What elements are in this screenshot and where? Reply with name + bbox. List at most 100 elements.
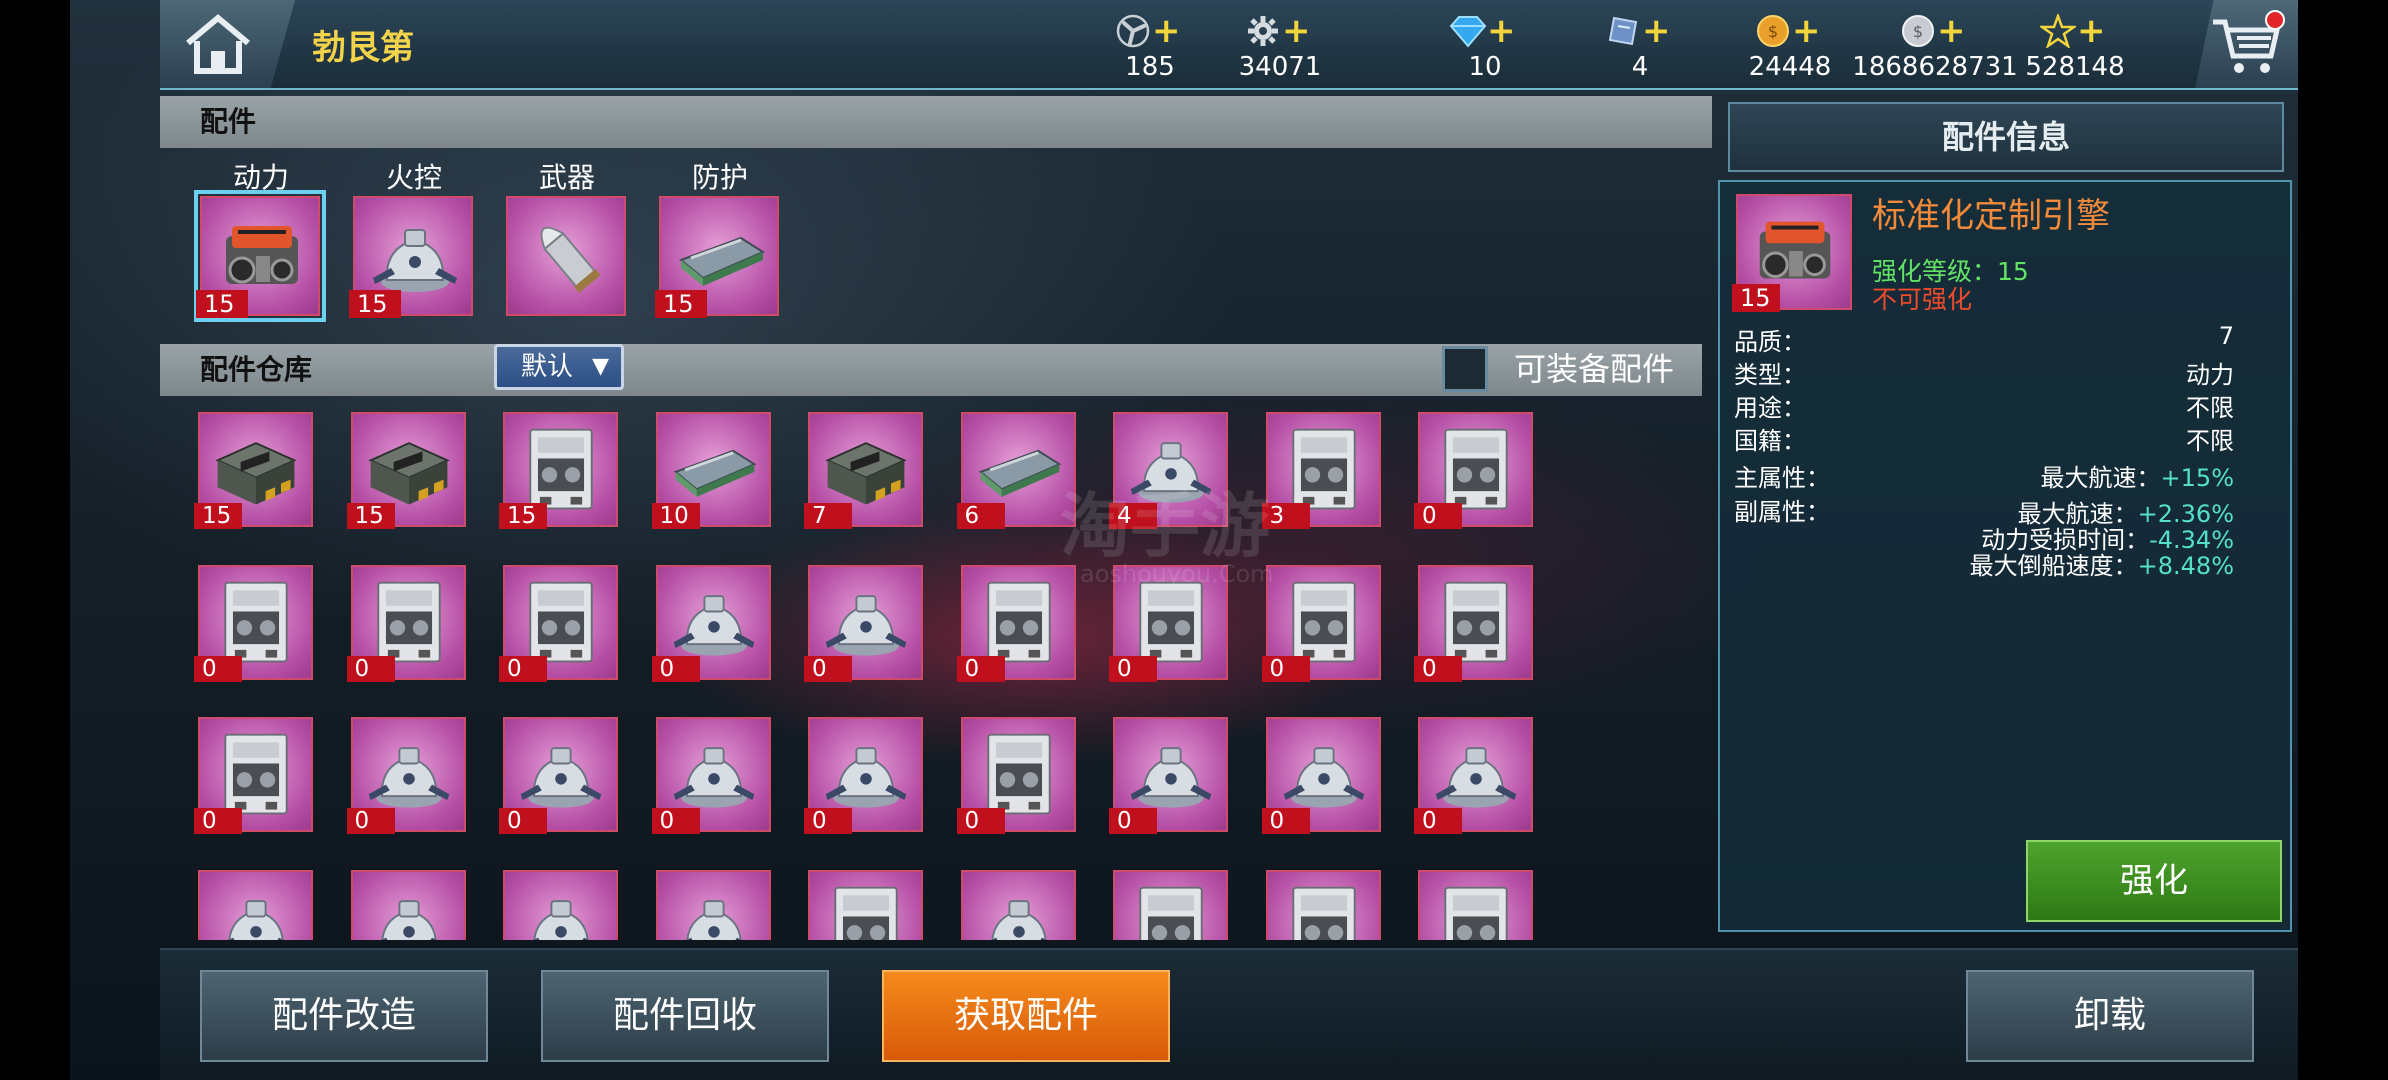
level-badge: 0 — [651, 808, 700, 834]
level-badge: 0 — [1414, 808, 1462, 834]
level-badge: 10 — [651, 503, 700, 529]
add-resource-button[interactable]: + — [1487, 14, 1516, 48]
warehouse-item[interactable]: 0 — [346, 564, 466, 682]
category-label: 防护 — [691, 161, 748, 194]
warehouse-item[interactable]: 0 — [1261, 717, 1381, 834]
level-badge: 0 — [1414, 655, 1462, 682]
property-value: 动力 — [2186, 361, 2234, 389]
equippable-filter-checkbox[interactable] — [1442, 346, 1488, 392]
level-badge: 0 — [346, 655, 395, 682]
add-resource-button[interactable]: + — [1282, 14, 1311, 48]
not-enhanceable-note: 不可强化 — [1872, 285, 1973, 314]
recycle-part-button[interactable]: 配件回收 — [541, 970, 829, 1062]
property-value: 7 — [2218, 322, 2234, 350]
warehouse-item[interactable] — [1113, 869, 1228, 940]
warehouse-item[interactable]: 0 — [1414, 717, 1533, 834]
warehouse-grid[interactable]: 15 15 15 10 7 6 4 3 0 0 0 0 0 0 0 0 0 0 0 0 0 0 0 0 0 0 0 — [160, 398, 1710, 940]
level-badge: 0 — [1414, 503, 1462, 529]
warehouse-item[interactable]: 0 — [1414, 564, 1533, 682]
warehouse-item[interactable]: 0 — [651, 717, 771, 834]
level-badge: 0 — [194, 808, 242, 834]
level-badge: 0 — [1109, 808, 1157, 834]
warehouse-item[interactable]: 0 — [1414, 412, 1533, 529]
add-resource-button[interactable]: + — [1937, 14, 1966, 48]
resource-star: +528148 — [1985, 6, 2165, 86]
game-screen: 勃艮第 +185 +34071 +10 +4 $ +24448 $ +1868628731 +5… — [0, 0, 2388, 1080]
warehouse-item[interactable]: 0 — [1261, 564, 1381, 682]
warehouse-item[interactable] — [655, 869, 771, 940]
main-attribute-name: 最大航速： — [2040, 464, 2161, 492]
sub-attribute-name: 最大倒船速度： — [1969, 552, 2138, 580]
warehouse-item[interactable] — [503, 869, 618, 940]
level-badge: 15 — [499, 503, 547, 529]
warehouse-item[interactable]: 0 — [804, 717, 923, 834]
level-badge: 0 — [346, 808, 395, 834]
warehouse-item[interactable]: 0 — [194, 564, 313, 682]
warehouse-item[interactable]: 10 — [651, 412, 771, 529]
warehouse-item[interactable]: 15 — [499, 412, 618, 529]
warehouse-item[interactable]: 0 — [499, 564, 618, 682]
warehouse-item[interactable]: 0 — [346, 717, 466, 834]
equipped-slot-0[interactable]: 15 — [194, 190, 326, 322]
add-resource-button[interactable]: + — [1152, 14, 1181, 48]
warehouse-item[interactable]: 0 — [1109, 717, 1228, 834]
unload-button[interactable]: 卸载 — [1966, 970, 2254, 1062]
property-label: 品质： — [1734, 328, 1806, 356]
property-value: 不限 — [2186, 427, 2234, 455]
obtain-part-button[interactable]: 获取配件 — [882, 970, 1170, 1062]
part-name: 标准化定制引擎 — [1872, 196, 2110, 236]
sort-dropdown-value: 默认 — [521, 352, 574, 382]
level-badge: 0 — [194, 655, 242, 682]
caret-down-icon: ▼ — [592, 354, 609, 379]
warehouse-item[interactable] — [350, 869, 466, 940]
enhance-button[interactable]: 强化 — [2026, 840, 2282, 922]
watermark: 淘手游 — [1060, 485, 1270, 567]
warehouse-item[interactable]: 0 — [194, 717, 313, 834]
resource-value: 528148 — [2025, 52, 2125, 82]
warehouse-item[interactable] — [1265, 869, 1381, 940]
modify-part-button[interactable]: 配件改造 — [200, 970, 488, 1062]
level-badge: 15 — [349, 290, 401, 318]
parts-section-title: 配件 — [200, 105, 257, 138]
warehouse-item[interactable] — [960, 869, 1076, 940]
equipped-slot-1[interactable]: 15 — [349, 196, 473, 318]
warehouse-item[interactable]: 15 — [346, 412, 466, 529]
warehouse-item[interactable]: 0 — [956, 717, 1076, 834]
warehouse-item[interactable]: 6 — [956, 412, 1076, 529]
cart-icon — [2212, 10, 2285, 73]
property-label: 类型： — [1734, 361, 1806, 389]
warehouse-item[interactable]: 7 — [804, 412, 923, 529]
main-attribute-value: +15% — [2160, 464, 2234, 492]
sub-attribute-label: 副属性： — [1734, 498, 1830, 526]
warehouse-item[interactable]: 15 — [194, 412, 313, 529]
warehouse-item[interactable] — [1418, 869, 1533, 940]
property-label: 用途： — [1734, 394, 1806, 422]
warehouse-item[interactable] — [198, 869, 313, 940]
level-badge: 0 — [1261, 655, 1310, 682]
level-badge: 0 — [499, 808, 547, 834]
warehouse-item[interactable]: 3 — [1261, 412, 1381, 529]
warehouse-title: 配件仓库 — [200, 353, 313, 386]
equipped-slot-2[interactable] — [506, 196, 626, 316]
notification-dot — [2264, 10, 2285, 30]
warehouse-item[interactable]: 0 — [651, 564, 771, 682]
ticket-icon — [1604, 12, 1642, 50]
warehouse-item[interactable]: 0 — [499, 717, 618, 834]
warehouse-item[interactable]: 0 — [956, 564, 1076, 682]
level-badge: 15 — [194, 503, 242, 529]
warehouse-item[interactable]: 0 — [804, 564, 923, 682]
add-resource-button[interactable]: + — [2077, 14, 2106, 48]
add-resource-button[interactable]: + — [1642, 14, 1671, 48]
equipped-slot-3[interactable]: 15 — [655, 196, 779, 318]
level-badge: 0 — [499, 655, 547, 682]
gold-coin-icon: $ — [1754, 12, 1792, 50]
part-level-badge: 15 — [1732, 284, 1780, 312]
player-name: 勃艮第 — [312, 28, 414, 68]
property-label: 国籍： — [1734, 427, 1806, 455]
warehouse-item[interactable] — [808, 869, 923, 940]
sort-dropdown[interactable]: 默认 ▼ — [494, 344, 624, 390]
silver-coin-icon: $ — [1899, 12, 1937, 50]
add-resource-button[interactable]: + — [1792, 14, 1821, 48]
svg-text:$: $ — [1913, 22, 1923, 41]
level-badge: 15 — [346, 503, 395, 529]
